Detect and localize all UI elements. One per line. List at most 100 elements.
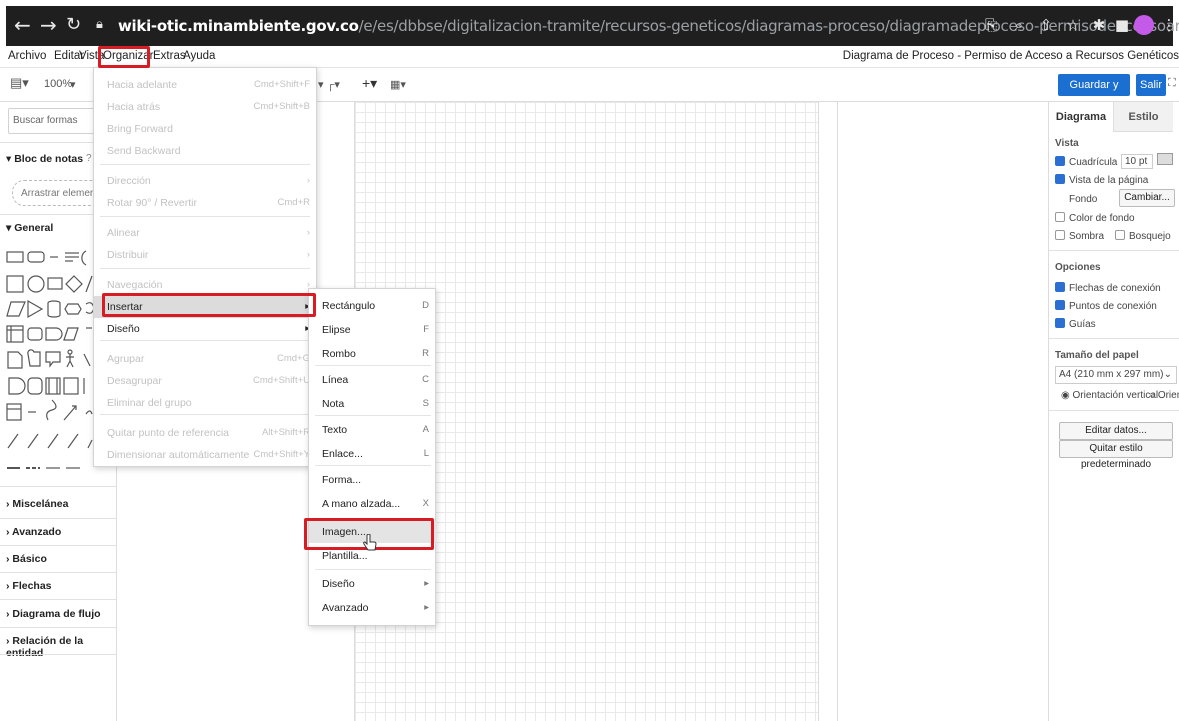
section-misc[interactable]: › Miscelánea bbox=[6, 498, 68, 510]
menu-ayuda[interactable]: Ayuda bbox=[183, 50, 215, 62]
insertar-item-shortcut: C bbox=[422, 374, 429, 385]
shape-actor[interactable] bbox=[66, 354, 74, 368]
shape-circle[interactable] bbox=[27, 275, 45, 293]
section-flowchart[interactable]: › Diagrama de flujo bbox=[6, 608, 101, 620]
table-icon[interactable]: ▦▾ bbox=[390, 78, 406, 91]
bg-color-checkbox-box[interactable] bbox=[1055, 212, 1065, 222]
insertar-item-7[interactable]: Forma... bbox=[309, 469, 437, 491]
insertar-item-5[interactable]: Texto A bbox=[309, 419, 437, 441]
shape-hexagon[interactable] bbox=[64, 303, 82, 315]
shape-triangle[interactable] bbox=[27, 299, 44, 319]
back-icon[interactable]: ← bbox=[14, 11, 31, 39]
view-toggle-icon[interactable]: ▤▾ bbox=[10, 75, 29, 91]
insertar-item-label: Nota bbox=[322, 398, 345, 410]
zoom-dropdown-icon[interactable]: ▾ bbox=[70, 78, 76, 91]
menu-extras[interactable]: Extras bbox=[153, 50, 186, 62]
grid-color-swatch[interactable] bbox=[1157, 153, 1173, 165]
shape-delay[interactable] bbox=[45, 327, 63, 341]
connection-points-box[interactable] bbox=[1055, 300, 1065, 310]
zoom-level[interactable]: 100% bbox=[44, 78, 72, 90]
bg-color-checkbox[interactable]: Color de fondo bbox=[1055, 212, 1135, 224]
sidebar-icon[interactable]: ■ bbox=[1112, 14, 1132, 36]
organizar-item-10[interactable]: Diseño▸ bbox=[94, 318, 318, 340]
install-icon[interactable]: ⎘ bbox=[981, 14, 1001, 36]
landscape-label: Orientación horizontal bbox=[1157, 390, 1179, 401]
section-arrows[interactable]: › Flechas bbox=[6, 580, 52, 592]
shape-callout[interactable] bbox=[45, 351, 61, 368]
insertar-item-3[interactable]: Línea C bbox=[309, 369, 437, 391]
menu-archivo[interactable]: Archivo bbox=[8, 50, 46, 62]
grid-checkbox[interactable]: Cuadrícula bbox=[1055, 156, 1117, 168]
insertar-item-12[interactable]: Avanzado ▸ bbox=[309, 597, 437, 619]
shape-process[interactable] bbox=[27, 327, 43, 341]
menu-separator bbox=[100, 164, 310, 165]
save-exit-button[interactable]: Guardar y salir bbox=[1058, 74, 1130, 113]
insertar-item-4[interactable]: Nota S bbox=[309, 393, 437, 415]
sketch-checkbox-box[interactable] bbox=[1115, 230, 1125, 240]
shape-diamond[interactable] bbox=[65, 275, 83, 293]
insertar-item-label: Rectángulo bbox=[322, 300, 376, 312]
insertar-item-shortcut: S bbox=[422, 398, 429, 409]
portrait-radio[interactable]: ◉ Orientación vertical bbox=[1061, 390, 1158, 401]
shape-note[interactable] bbox=[7, 351, 23, 369]
insertar-item-2[interactable]: Rombo R bbox=[309, 343, 437, 365]
profile-avatar[interactable] bbox=[1134, 15, 1154, 35]
connection-points-checkbox[interactable]: Puntos de conexión bbox=[1055, 300, 1157, 312]
connection-arrows-box[interactable] bbox=[1055, 282, 1065, 292]
section-entity-relation[interactable]: › Relación de la entidad bbox=[6, 635, 116, 659]
extensions-icon[interactable]: ✱ bbox=[1089, 14, 1109, 36]
insertar-item-label: Forma... bbox=[322, 474, 362, 486]
tab-diagram[interactable]: Diagrama bbox=[1049, 102, 1113, 132]
shape-arc[interactable] bbox=[81, 250, 87, 266]
section-basic[interactable]: › Básico bbox=[6, 553, 47, 565]
page-view-checkbox[interactable]: Vista de la página bbox=[1055, 174, 1148, 186]
guides-checkbox[interactable]: Guías bbox=[1055, 318, 1096, 330]
shadow-checkbox-box[interactable] bbox=[1055, 230, 1065, 240]
paper-size-select[interactable]: A4 (210 mm x 297 mm) ⌄ bbox=[1055, 366, 1177, 384]
landscape-radio[interactable]: ○ Orientación horizontal bbox=[1149, 390, 1179, 401]
shape-rounded-rect[interactable] bbox=[27, 251, 45, 263]
kebab-menu-icon[interactable]: ⋮ bbox=[1159, 14, 1179, 36]
menubar: Archivo Editar Vista Organizar Extras Ay… bbox=[0, 46, 1179, 68]
insertar-item-shortcut: X bbox=[422, 498, 429, 509]
menu-separator bbox=[315, 465, 431, 466]
sketch-checkbox[interactable]: Bosquejo bbox=[1115, 230, 1171, 242]
insertar-item-0[interactable]: Rectángulo D bbox=[309, 295, 437, 317]
insert-plus-icon[interactable]: +▾ bbox=[362, 75, 377, 92]
shape-parallelogram[interactable] bbox=[6, 301, 26, 317]
organizar-item-shortcut: › bbox=[306, 249, 310, 260]
change-background-button[interactable]: Cambiar... bbox=[1119, 189, 1175, 207]
divider bbox=[0, 599, 117, 600]
edit-data-button[interactable]: Editar datos... bbox=[1059, 422, 1173, 440]
section-advanced[interactable]: › Avanzado bbox=[6, 526, 61, 538]
organizar-item-2: Bring Forward bbox=[94, 118, 318, 140]
scratchpad-header[interactable]: ▾ Bloc de notas bbox=[6, 153, 83, 165]
insertar-item-11[interactable]: Diseño ▸ bbox=[309, 573, 437, 595]
grid-checkbox-box[interactable] bbox=[1055, 156, 1065, 166]
bookmark-star-icon[interactable]: ☆ bbox=[1063, 14, 1083, 36]
shape-rectangle[interactable] bbox=[6, 251, 24, 263]
guides-box[interactable] bbox=[1055, 318, 1065, 328]
general-section-header[interactable]: ▾ General bbox=[6, 222, 53, 234]
insertar-item-1[interactable]: Elipse F bbox=[309, 319, 437, 341]
grid-size-input[interactable]: 10 pt bbox=[1121, 154, 1153, 169]
forward-icon[interactable]: → bbox=[40, 11, 57, 39]
exit-button[interactable]: Salir bbox=[1136, 74, 1166, 96]
fullscreen-icon[interactable]: ⛶ bbox=[1168, 77, 1176, 90]
shadow-checkbox[interactable]: Sombra bbox=[1055, 230, 1104, 242]
reload-icon[interactable]: ↻ bbox=[66, 11, 81, 39]
zoom-icon[interactable]: ⌕ bbox=[1009, 14, 1029, 36]
shape-square[interactable] bbox=[6, 275, 24, 293]
organizar-item-6: Alinear › bbox=[94, 222, 318, 244]
shape-rect-small[interactable] bbox=[47, 277, 63, 290]
share-icon[interactable]: ⇧ bbox=[1036, 14, 1056, 36]
connection-arrows-checkbox[interactable]: Flechas de conexión bbox=[1055, 282, 1161, 294]
page-view-checkbox-box[interactable] bbox=[1055, 174, 1065, 184]
options-heading: Opciones bbox=[1055, 262, 1101, 273]
insertar-item-6[interactable]: Enlace... L bbox=[309, 443, 437, 465]
clear-default-style-button[interactable]: Quitar estilo predeterminado bbox=[1059, 440, 1173, 470]
waypoint-dropdown-icon[interactable]: ▾ ┌▾ bbox=[318, 78, 340, 91]
tab-style[interactable]: Estilo bbox=[1113, 102, 1173, 132]
shape-cylinder[interactable] bbox=[47, 300, 61, 318]
insertar-item-8[interactable]: A mano alzada... X bbox=[309, 493, 437, 515]
